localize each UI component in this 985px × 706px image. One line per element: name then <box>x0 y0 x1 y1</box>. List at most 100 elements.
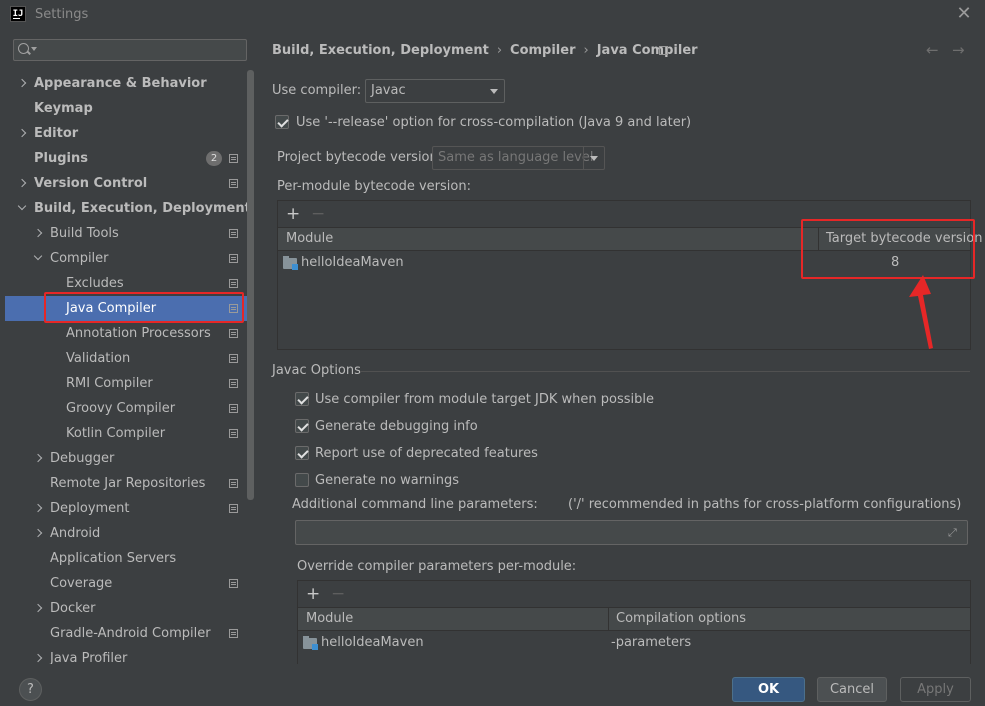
breadcrumb-item[interactable]: Compiler <box>510 43 575 58</box>
sidebar-item-java-profiler[interactable]: Java Profiler <box>5 646 247 664</box>
sidebar-item-keymap[interactable]: Keymap <box>5 96 247 121</box>
column-header-module[interactable]: Module <box>306 608 353 630</box>
chevron-right-icon[interactable] <box>33 528 43 538</box>
chevron-down-icon <box>590 156 598 161</box>
sidebar-item-kotlin-compiler[interactable]: Kotlin Compiler <box>5 421 247 446</box>
chevron-right-icon[interactable] <box>17 178 27 188</box>
additional-params-label: Additional command line parameters: <box>292 497 538 512</box>
window-title: Settings <box>35 7 89 22</box>
project-level-icon <box>229 429 238 438</box>
project-level-icon <box>229 179 238 188</box>
module-target-jdk-label: Use compiler from module target JDK when… <box>315 392 654 407</box>
sidebar-item-appearance-behavior[interactable]: Appearance & Behavior <box>5 71 247 96</box>
sidebar-item-label: Debugger <box>50 451 115 466</box>
apply-button[interactable]: Apply <box>900 677 971 702</box>
sidebar-item-label: Android <box>50 526 101 541</box>
cancel-button[interactable]: Cancel <box>817 677 887 702</box>
sidebar-item-label: Docker <box>50 601 96 616</box>
sidebar-item-validation[interactable]: Validation <box>5 346 247 371</box>
close-icon[interactable]: ✕ <box>955 4 973 24</box>
project-bytecode-select[interactable]: Same as language level <box>432 146 605 170</box>
combo-divider <box>583 147 584 169</box>
module-name: helloIdeaMaven <box>321 635 424 650</box>
breadcrumb-separator: › <box>496 43 503 58</box>
release-option-checkbox[interactable] <box>275 115 289 129</box>
chevron-right-icon[interactable] <box>33 453 43 463</box>
search-history-chevron-icon[interactable] <box>31 47 37 51</box>
use-compiler-label: Use compiler: <box>272 83 362 98</box>
column-header-module[interactable]: Module <box>286 228 333 250</box>
project-bytecode-value: Same as language level <box>438 150 594 165</box>
sidebar-item-label: Java Profiler <box>50 651 128 664</box>
debugging-info-checkbox[interactable] <box>295 419 309 433</box>
chevron-right-icon[interactable] <box>33 603 43 613</box>
chevron-down-icon[interactable] <box>17 201 27 211</box>
update-count-badge: 2 <box>206 151 222 166</box>
chevron-right-icon[interactable] <box>33 503 43 513</box>
sidebar-item-application-servers[interactable]: Application Servers <box>5 546 247 571</box>
chevron-right-icon[interactable] <box>17 78 27 88</box>
remove-icon[interactable]: − <box>331 584 345 604</box>
sidebar-item-label: Application Servers <box>50 551 177 566</box>
release-option-label: Use '--release' option for cross-compila… <box>296 115 692 130</box>
add-icon[interactable]: + <box>286 204 300 224</box>
use-compiler-select[interactable]: Javac <box>365 79 505 103</box>
project-level-icon <box>229 154 238 163</box>
sidebar-item-build-execution-deployment[interactable]: Build, Execution, Deployment <box>5 196 251 221</box>
column-header-compilation-options[interactable]: Compilation options <box>616 608 746 630</box>
per-module-label: Per-module bytecode version: <box>277 179 471 194</box>
sidebar-item-coverage[interactable]: Coverage <box>5 571 247 596</box>
sidebar-item-android[interactable]: Android <box>5 521 247 546</box>
breadcrumb-item[interactable]: Build, Execution, Deployment <box>272 43 489 58</box>
chevron-right-icon[interactable] <box>33 653 43 663</box>
sidebar-item-label: Version Control <box>34 176 148 191</box>
add-icon[interactable]: + <box>306 584 320 604</box>
additional-params-input[interactable]: ⤢ <box>295 520 968 545</box>
deprecated-features-label: Report use of deprecated features <box>315 446 538 461</box>
remove-icon[interactable]: − <box>311 204 325 224</box>
project-level-icon <box>659 46 668 55</box>
chevron-right-icon[interactable] <box>17 128 27 138</box>
ok-button[interactable]: OK <box>732 677 805 702</box>
sidebar-item-version-control[interactable]: Version Control <box>5 171 247 196</box>
sidebar-item-annotation-processors[interactable]: Annotation Processors <box>5 321 247 346</box>
sidebar-item-rmi-compiler[interactable]: RMI Compiler <box>5 371 247 396</box>
sidebar-item-label: Coverage <box>50 576 113 591</box>
sidebar-item-docker[interactable]: Docker <box>5 596 247 621</box>
project-level-icon <box>229 629 238 638</box>
sidebar-item-remote-jar-repositories[interactable]: Remote Jar Repositories <box>5 471 247 496</box>
use-compiler-value: Javac <box>371 83 406 98</box>
sidebar-item-deployment[interactable]: Deployment <box>5 496 247 521</box>
chevron-right-icon[interactable] <box>33 228 43 238</box>
sidebar-item-label: Kotlin Compiler <box>66 426 166 441</box>
sidebar-scrollbar[interactable] <box>247 70 254 500</box>
sidebar-item-debugger[interactable]: Debugger <box>5 446 247 471</box>
back-arrow-icon[interactable]: ← <box>926 41 939 59</box>
search-input[interactable] <box>13 39 247 61</box>
project-level-icon <box>229 404 238 413</box>
project-level-icon <box>229 579 238 588</box>
chevron-down-icon[interactable] <box>33 251 43 261</box>
highlight-box-java-compiler <box>44 292 244 323</box>
sidebar-item-label: Appearance & Behavior <box>34 76 207 91</box>
section-divider <box>360 371 970 372</box>
javac-options-title: Javac Options <box>272 363 361 378</box>
expand-icon[interactable]: ⤢ <box>948 527 959 538</box>
no-warnings-checkbox[interactable] <box>295 473 309 487</box>
forward-arrow-icon[interactable]: → <box>952 41 965 59</box>
search-icon <box>18 43 29 54</box>
sidebar-item-groovy-compiler[interactable]: Groovy Compiler <box>5 396 247 421</box>
deprecated-features-checkbox[interactable] <box>295 446 309 460</box>
help-button[interactable]: ? <box>19 678 42 701</box>
sidebar-item-compiler[interactable]: Compiler <box>5 246 247 271</box>
sidebar-item-plugins[interactable]: Plugins 2 <box>5 146 247 171</box>
compilation-options-value[interactable]: -parameters <box>611 632 691 654</box>
project-level-icon <box>229 504 238 513</box>
module-target-jdk-checkbox[interactable] <box>295 392 309 406</box>
sidebar-item-gradle-android-compiler[interactable]: Gradle-Android Compiler <box>5 621 247 646</box>
sidebar-item-editor[interactable]: Editor <box>5 121 247 146</box>
settings-content: Build, Execution, Deployment › Compiler › Ja… <box>255 30 985 664</box>
sidebar-item-label: Compiler <box>50 251 109 266</box>
sidebar-item-build-tools[interactable]: Build Tools <box>5 221 247 246</box>
breadcrumb: Build, Execution, Deployment › Compiler › Ja… <box>272 43 698 58</box>
